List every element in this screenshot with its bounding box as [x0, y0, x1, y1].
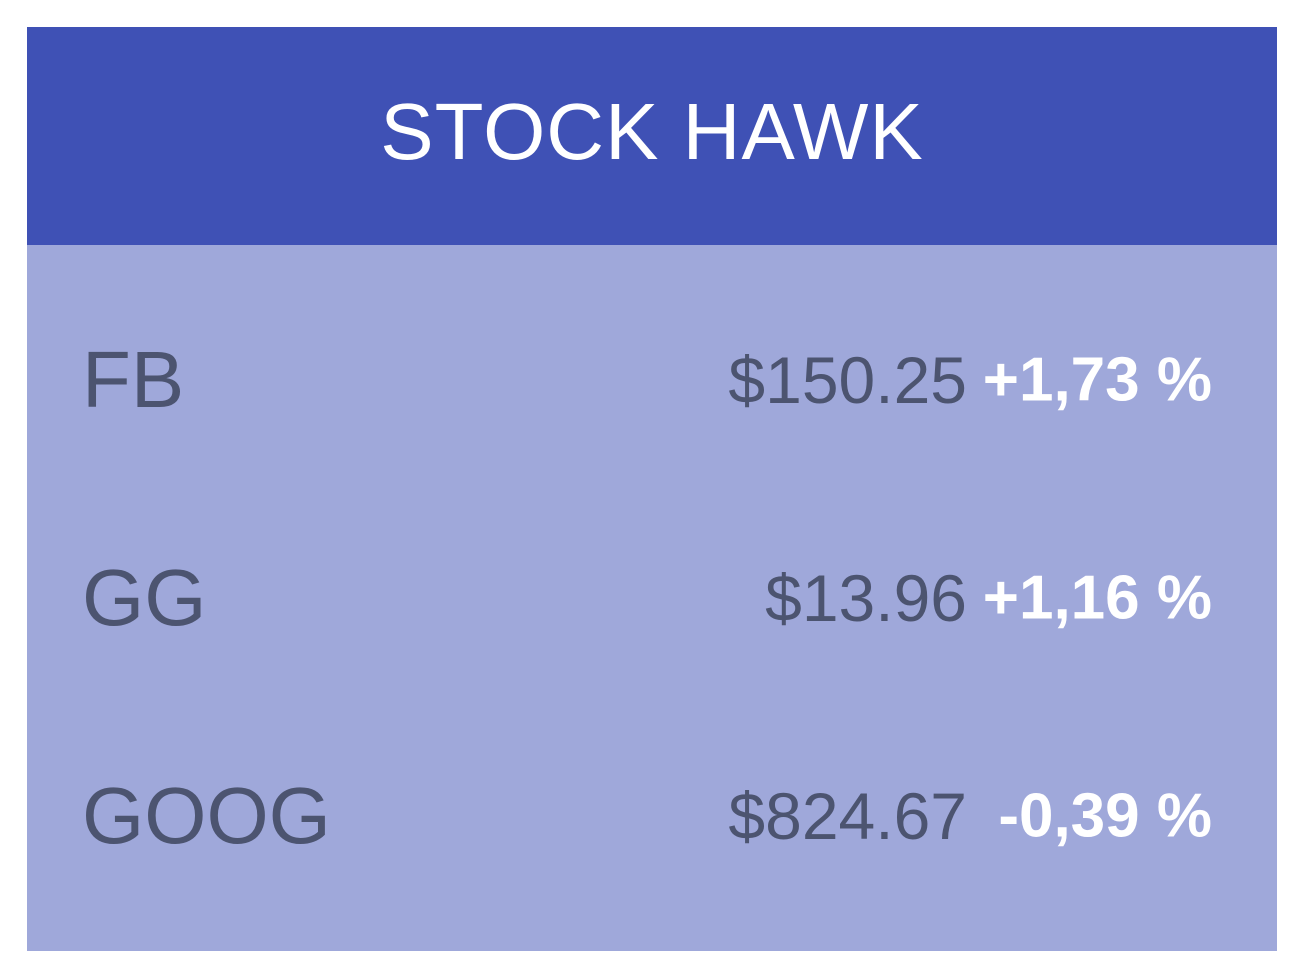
app-header[interactable]: STOCK HAWK [27, 27, 1277, 245]
stock-symbol: FB [82, 335, 185, 424]
stock-symbol: GOOG [82, 771, 331, 860]
stock-price: $150.25 [728, 343, 967, 417]
app-title: STOCK HAWK [380, 87, 924, 176]
stock-change: +1,16 % [982, 563, 1212, 633]
stock-row-gg[interactable]: GG $13.96 +1,16 % [27, 523, 1277, 673]
stock-change: +1,73 % [982, 345, 1212, 415]
stock-widget: STOCK HAWK FB $150.25 +1,73 % GG $13.96 … [27, 27, 1277, 951]
stock-row-goog[interactable]: GOOG $824.67 -0,39 % [27, 741, 1277, 891]
stock-row-fb[interactable]: FB $150.25 +1,73 % [27, 305, 1277, 455]
stock-list: FB $150.25 +1,73 % GG $13.96 +1,16 % GOO… [27, 245, 1277, 951]
stock-price: $824.67 [728, 779, 967, 853]
stock-change: -0,39 % [998, 781, 1212, 851]
stock-price: $13.96 [765, 561, 967, 635]
stock-symbol: GG [82, 553, 207, 642]
